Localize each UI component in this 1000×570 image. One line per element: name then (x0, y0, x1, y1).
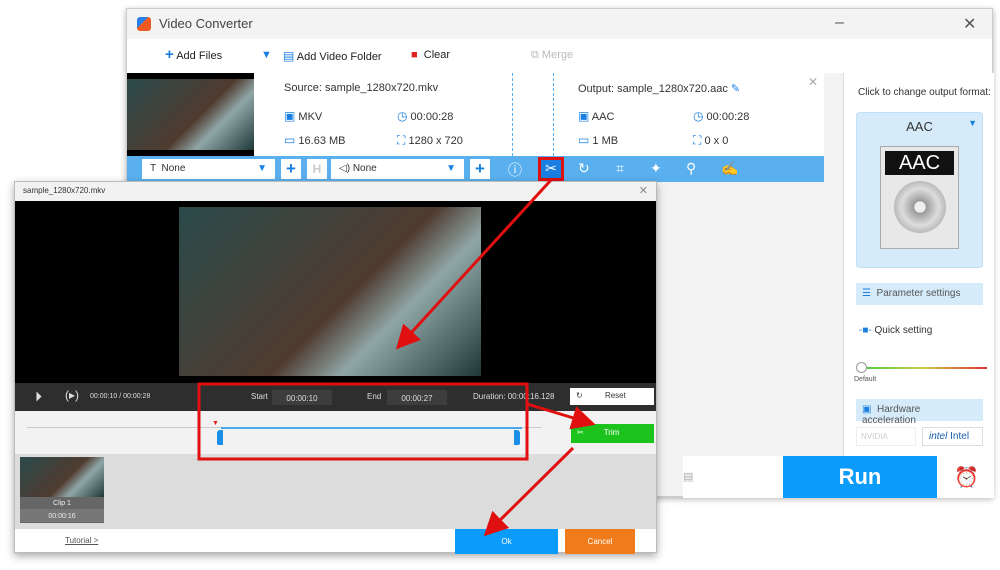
annotation-arrow (395, 178, 553, 350)
annotation-overlay (197, 178, 596, 537)
annotation-arrow (483, 446, 575, 537)
annotation-arrow (526, 402, 596, 430)
annotation-box (197, 382, 529, 461)
